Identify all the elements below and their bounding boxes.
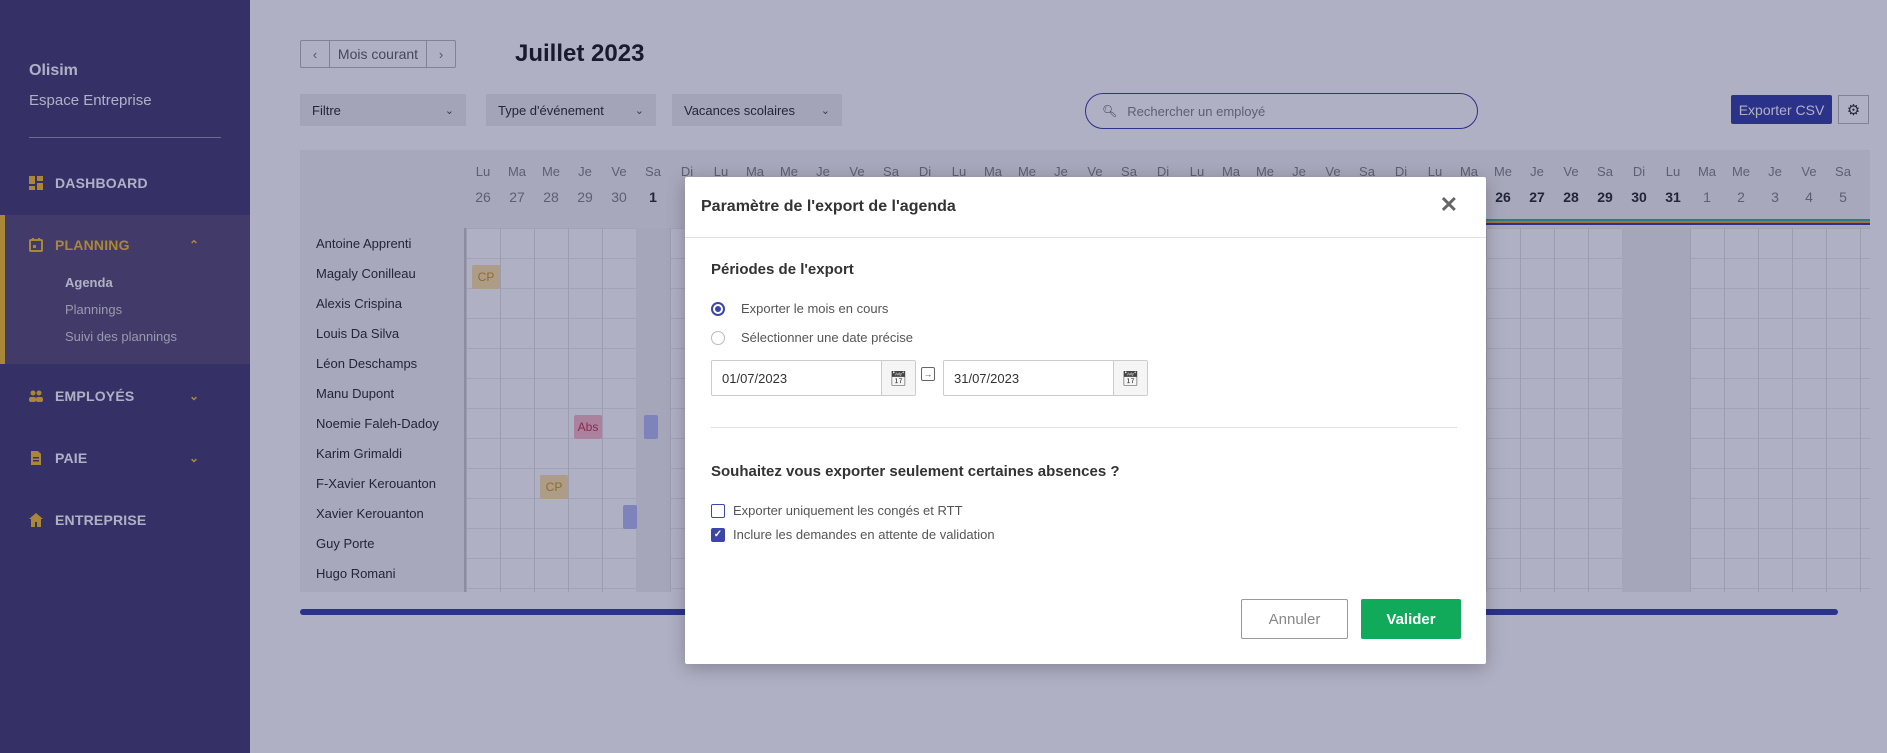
date-from-field[interactable]: 01/07/2023 📅︎ — [711, 360, 916, 396]
calendar-icon[interactable]: 📅︎ — [881, 361, 915, 395]
checkbox[interactable]: ✓ — [711, 527, 725, 542]
date-to-value: 31/07/2023 — [954, 370, 1020, 386]
radio-button[interactable] — [711, 330, 725, 345]
radio-current-month[interactable]: Exporter le mois en cours — [711, 301, 888, 316]
validate-button[interactable]: Valider — [1361, 599, 1461, 639]
radio-label: Exporter le mois en cours — [741, 301, 889, 316]
export-settings-modal: Paramètre de l'export de l'agenda ✕ Péri… — [685, 177, 1486, 664]
radio-label: Sélectionner une date précise — [741, 330, 914, 345]
arrow-right-icon: → — [921, 367, 935, 381]
checkbox-label: Exporter uniquement les congés et RTT — [733, 503, 963, 518]
periods-title: Périodes de l'export — [711, 261, 854, 278]
checkbox-label: Inclure les demandes en attente de valid… — [733, 527, 995, 542]
checkbox-conges-rtt[interactable]: Exporter uniquement les congés et RTT — [711, 503, 963, 518]
absences-title: Souhaitez vous exporter seulement certai… — [711, 463, 1120, 480]
modal-title: Paramètre de l'export de l'agenda — [701, 198, 956, 215]
radio-specific-date[interactable]: Sélectionner une date précise — [711, 330, 913, 345]
cancel-button[interactable]: Annuler — [1241, 599, 1348, 639]
radio-button[interactable] — [711, 301, 725, 316]
checkbox[interactable] — [711, 503, 725, 518]
close-icon[interactable]: ✕ — [1440, 194, 1458, 216]
date-to-field[interactable]: 31/07/2023 📅︎ — [943, 360, 1148, 396]
calendar-icon[interactable]: 📅︎ — [1113, 361, 1147, 395]
section-divider — [711, 427, 1457, 428]
checkbox-pending-requests[interactable]: ✓ Inclure les demandes en attente de val… — [711, 527, 995, 542]
modal-header: Paramètre de l'export de l'agenda ✕ — [685, 177, 1486, 238]
date-from-value: 01/07/2023 — [722, 370, 788, 386]
